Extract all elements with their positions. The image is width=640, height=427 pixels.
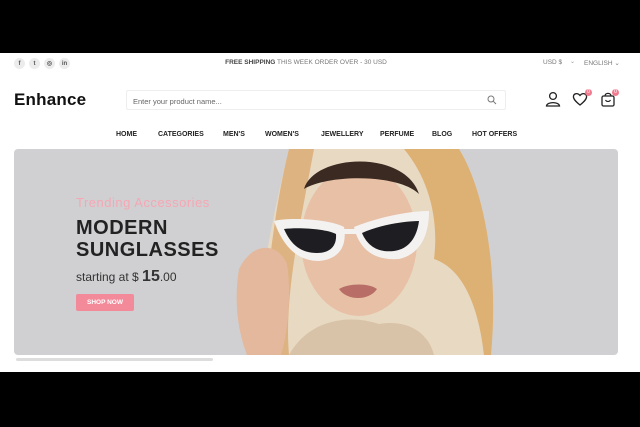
nav-home[interactable]: HOME (116, 131, 137, 138)
chevron-down-icon: ⌄ (614, 60, 620, 67)
nav-blog[interactable]: BLOG (432, 131, 452, 138)
top-bar: f t ◎ in FREE SHIPPING THIS WEEK ORDER O… (0, 53, 640, 75)
hero-title-line2: SUNGLASSES (76, 239, 219, 261)
chevron-down-icon: ⌄ (570, 59, 576, 65)
search-box (126, 90, 506, 110)
language-select[interactable]: ENGLISH ⌄ (584, 59, 620, 67)
hero-model-image (236, 149, 494, 355)
cart-count-badge: 0 (612, 89, 619, 96)
logo[interactable]: Enhance (14, 90, 86, 110)
nav-womens[interactable]: WOMEN'S (265, 131, 299, 138)
shipping-notice-bold: FREE SHIPPING (225, 59, 276, 66)
price-prefix: starting at $ (76, 270, 143, 284)
hero-price: starting at $ 15.00 (76, 268, 177, 286)
currency-select[interactable]: USD $ (543, 59, 562, 66)
search-icon[interactable] (487, 95, 497, 105)
nav-categories[interactable]: CATEGORIES (158, 131, 204, 138)
user-icon[interactable] (545, 91, 561, 107)
hero-banner: Trending Accessories MODERN SUNGLASSES s… (14, 149, 618, 355)
wishlist-count-badge: 0 (585, 89, 592, 96)
language-label: ENGLISH (584, 60, 613, 67)
price-whole: 15 (142, 268, 160, 285)
hero-title-line1: MODERN (76, 217, 168, 239)
nav-mens[interactable]: MEN'S (223, 131, 245, 138)
slider-progress-bar (16, 358, 213, 361)
nav-hot-offers[interactable]: HOT OFFERS (472, 131, 517, 138)
page: f t ◎ in FREE SHIPPING THIS WEEK ORDER O… (0, 53, 640, 372)
shipping-notice: FREE SHIPPING THIS WEEK ORDER OVER - 30 … (0, 59, 612, 66)
search-input[interactable] (131, 93, 475, 109)
hero-subtitle: Trending Accessories (76, 195, 210, 210)
nav-jewellery[interactable]: JEWELLERY (321, 131, 364, 138)
shop-now-button[interactable]: SHOP NOW (76, 294, 134, 311)
nav-perfume[interactable]: PERFUME (380, 131, 414, 138)
shipping-notice-rest: THIS WEEK ORDER OVER - 30 USD (275, 59, 387, 66)
price-cents: .00 (159, 270, 177, 284)
